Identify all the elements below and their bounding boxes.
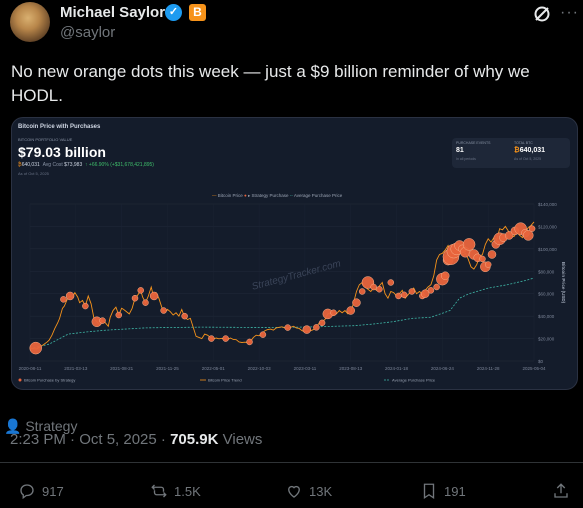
timestamp-line: 2:23 PM · Oct 5, 2025 · 705.9K Views bbox=[10, 431, 263, 448]
verified-badge-icon: ✓ bbox=[165, 4, 182, 21]
legend-price-trend: Bitcoin Price Trend bbox=[208, 378, 242, 383]
avg-price-line bbox=[29, 277, 535, 349]
purchase-dot bbox=[395, 292, 402, 300]
purchase-dot bbox=[284, 324, 291, 331]
x-tick-label: 2024-01-18 bbox=[385, 366, 409, 371]
share-button[interactable] bbox=[552, 482, 570, 500]
purchase-dot bbox=[479, 255, 486, 263]
purchase-dot bbox=[387, 279, 395, 286]
x-tick-label: 2022-10-03 bbox=[248, 366, 272, 371]
like-count: 13K bbox=[309, 483, 333, 499]
y-tick-label: $100,000 bbox=[538, 247, 557, 252]
purchase-dot bbox=[302, 325, 312, 334]
purchase-dot bbox=[259, 331, 267, 338]
timestamp[interactable]: 2:23 PM · Oct 5, 2025 bbox=[10, 431, 157, 448]
avatar[interactable] bbox=[10, 2, 50, 42]
bookmark-icon bbox=[423, 483, 435, 500]
purchase-dot bbox=[427, 287, 435, 294]
purchase-dot bbox=[318, 319, 326, 327]
purchase-dot bbox=[487, 250, 497, 259]
share-icon bbox=[554, 483, 568, 498]
x-tick-label: 2023-08-13 bbox=[339, 366, 363, 371]
author-handle[interactable]: @saylor bbox=[60, 24, 115, 41]
purchase-dot bbox=[358, 288, 366, 295]
purchase-dot bbox=[346, 306, 355, 315]
purchase-dot bbox=[400, 291, 408, 299]
y-tick-label: $0 bbox=[538, 359, 544, 364]
purchase-dot bbox=[142, 299, 149, 306]
purchase-dot bbox=[246, 338, 253, 346]
purchase-dot bbox=[29, 341, 42, 355]
purchase-dot bbox=[370, 283, 377, 291]
divider bbox=[0, 462, 583, 463]
purchase-dot bbox=[352, 298, 361, 307]
purchase-dot bbox=[137, 287, 144, 294]
purchase-dot bbox=[440, 271, 450, 281]
purchase-dot bbox=[115, 311, 123, 319]
views-count: 705.9K bbox=[170, 431, 219, 448]
purchase-dot bbox=[313, 324, 320, 331]
purchase-dot bbox=[528, 225, 536, 232]
repost-icon bbox=[151, 484, 167, 498]
views-label: Views bbox=[222, 431, 263, 448]
y-axis-title: Bitcoin Price (USD) bbox=[561, 262, 566, 304]
repost-button[interactable]: 1.5K bbox=[150, 482, 201, 500]
bookmark-button[interactable]: 191 bbox=[420, 482, 466, 500]
tweet-text: No new orange dots this week — just a $9… bbox=[11, 62, 530, 105]
legend-avg-price: Average Purchase Price bbox=[392, 378, 436, 383]
y-tick-label: $60,000 bbox=[538, 292, 555, 297]
x-tick-label: 2024-06-24 bbox=[431, 366, 455, 371]
x-tick-label: 2023-03-11 bbox=[294, 366, 317, 371]
chart-card[interactable]: Bitcoin Price with Purchases BITCOIN POR… bbox=[11, 117, 578, 390]
reply-count: 917 bbox=[42, 483, 64, 499]
price-chart[interactable]: $0 $20,000 $40,000 $60,000 $80,000 $100,000 $1… bbox=[12, 118, 577, 389]
legend-dot-marker bbox=[18, 378, 22, 382]
purchase-dot bbox=[99, 317, 106, 324]
purchase-dot bbox=[330, 309, 337, 317]
bookmark-count: 191 bbox=[444, 483, 466, 499]
purchase-dot bbox=[208, 335, 215, 342]
x-tick-label: 2025-05-04 bbox=[522, 366, 546, 371]
author-name[interactable]: Michael Saylor bbox=[60, 4, 165, 21]
purchase-dot bbox=[160, 307, 167, 314]
purchase-dot bbox=[82, 302, 89, 310]
grok-icon[interactable] bbox=[532, 4, 552, 24]
x-tick-label: 2021-03-13 bbox=[64, 366, 88, 371]
more-options-icon[interactable]: ··· bbox=[560, 4, 579, 22]
repost-count: 1.5K bbox=[174, 483, 201, 499]
reply-icon bbox=[20, 484, 34, 500]
purchase-dot bbox=[222, 335, 229, 342]
x-tick-label: 2021-08-21 bbox=[110, 366, 134, 371]
reply-button[interactable]: 917 bbox=[18, 482, 64, 500]
purchase-dot bbox=[181, 312, 188, 320]
purchase-dot bbox=[149, 291, 159, 301]
y-tick-label: $20,000 bbox=[538, 337, 555, 342]
y-tick-label: $40,000 bbox=[538, 314, 555, 319]
y-tick-label: $120,000 bbox=[538, 224, 557, 229]
purchase-dot bbox=[65, 291, 75, 301]
x-tick-label: 2024-11-28 bbox=[477, 366, 500, 371]
legend-purchases: Bitcoin Purchase by Strategy bbox=[24, 378, 75, 383]
org-badge-icon[interactable]: B bbox=[189, 4, 206, 21]
x-tick-label: 2022-05-01 bbox=[202, 366, 226, 371]
watermark: StrategyTracker.com bbox=[251, 258, 342, 292]
purchase-dot bbox=[484, 261, 492, 268]
like-button[interactable]: 13K bbox=[285, 482, 332, 500]
y-tick-label: $80,000 bbox=[538, 269, 555, 274]
purchase-dot bbox=[433, 283, 440, 291]
purchase-dot bbox=[408, 288, 416, 295]
y-tick-label: $140,000 bbox=[538, 202, 557, 207]
x-tick-label: 2021-11-25 bbox=[156, 366, 179, 371]
purchase-dot bbox=[131, 294, 139, 302]
purchase-dot bbox=[376, 285, 383, 293]
heart-icon bbox=[288, 485, 300, 498]
purchase-dot bbox=[60, 296, 67, 303]
purchase-dot bbox=[462, 238, 476, 251]
x-tick-label: 2020-08-11 bbox=[19, 366, 42, 371]
